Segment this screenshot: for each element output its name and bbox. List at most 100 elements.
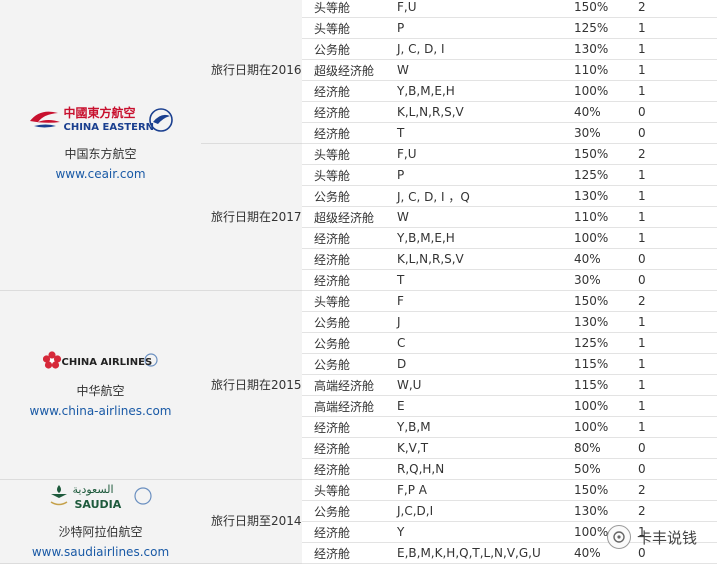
airline-name: 沙特阿拉伯航空 [58, 524, 143, 539]
segment-count: 1 [634, 80, 717, 102]
mileage-percentage: 80% [568, 437, 634, 459]
cabin-class: 经济舱 [302, 437, 391, 459]
fare-row: السعودية SAUDIA 沙特阿拉伯航空 www.saudiairlines.c… [0, 479, 717, 564]
booking-codes: E,B,M,K,H,Q,T,L,N,V,G,U [391, 542, 568, 564]
segment-count: 2 [634, 0, 717, 18]
cabin-class: 公务舱 [302, 185, 391, 207]
cabin-class: 经济舱 [302, 227, 391, 249]
fare-row: CHINA AIRLINES 中华航空 www.china-airlines.com… [0, 290, 717, 480]
logo-text-en: CHINA AIRLINES [61, 357, 153, 368]
segment-count: 1 [634, 416, 717, 438]
mileage-percentage: 30% [568, 269, 634, 291]
booking-codes: K,L,N,R,S,V [391, 101, 568, 123]
booking-codes: D [391, 353, 568, 375]
cabin-class: 头等舱 [302, 164, 391, 186]
booking-codes: W,U [391, 374, 568, 396]
cabin-class: 经济舱 [302, 122, 391, 144]
mileage-percentage: 125% [568, 332, 634, 354]
booking-codes: J, C, D, I ，Q [391, 185, 568, 207]
mileage-percentage: 115% [568, 353, 634, 375]
mileage-percentage: 100% [568, 80, 634, 102]
segment-count: 1 [634, 206, 717, 228]
cabin-class: 经济舱 [302, 269, 391, 291]
travel-date-cell: 旅行日期至2014 年 3 月30 日（含）起 [201, 479, 302, 564]
booking-codes: F [391, 290, 568, 312]
segment-count: 1 [634, 332, 717, 354]
mileage-percentage: 110% [568, 206, 634, 228]
palm-swords-logo-icon: السعودية SAUDIA [49, 482, 153, 518]
cabin-class: 经济舱 [302, 416, 391, 438]
segment-count: 2 [634, 500, 717, 522]
airline-website-link[interactable]: www.china-airlines.com [0, 401, 201, 421]
booking-codes: Y [391, 521, 568, 543]
mileage-percentage: 30% [568, 122, 634, 144]
mileage-percentage: 130% [568, 311, 634, 333]
segment-count: 0 [634, 437, 717, 459]
cabin-class: 经济舱 [302, 101, 391, 123]
mileage-percentage: 100% [568, 416, 634, 438]
mileage-percentage: 125% [568, 17, 634, 39]
cabin-class: 公务舱 [302, 353, 391, 375]
booking-codes: J,C,D,I [391, 500, 568, 522]
mileage-percentage: 130% [568, 38, 634, 60]
booking-codes: J, C, D, I [391, 38, 568, 60]
segment-count: 2 [634, 290, 717, 312]
watermark: 卡丰说钱 [606, 525, 697, 549]
mileage-percentage: 100% [568, 227, 634, 249]
booking-codes: W [391, 59, 568, 81]
booking-codes: F,P A [391, 479, 568, 501]
segment-count: 1 [634, 185, 717, 207]
cabin-class: 经济舱 [302, 248, 391, 270]
segment-count: 0 [634, 101, 717, 123]
booking-codes: T [391, 269, 568, 291]
booking-codes: F,U [391, 0, 568, 18]
segment-count: 1 [634, 164, 717, 186]
cabin-class: 经济舱 [302, 80, 391, 102]
mileage-percentage: 115% [568, 374, 634, 396]
airline-name: 中华航空 [76, 384, 125, 398]
booking-codes: C [391, 332, 568, 354]
cabin-class: 头等舱 [302, 17, 391, 39]
mileage-percentage: 130% [568, 185, 634, 207]
booking-codes: P [391, 164, 568, 186]
mileage-percentage: 150% [568, 290, 634, 312]
airline-website-link[interactable]: www.ceair.com [0, 164, 201, 184]
segment-count: 1 [634, 395, 717, 417]
airline-website-link[interactable]: www.saudiairlines.com [0, 542, 201, 562]
airline-logo: 中國東方航空 CHINA EASTERN [26, 104, 176, 140]
segment-count: 1 [634, 59, 717, 81]
airline-logo: CHINA AIRLINES [42, 349, 159, 377]
mileage-percentage: 110% [568, 59, 634, 81]
mileage-percentage: 150% [568, 479, 634, 501]
cabin-class: 高端经济舱 [302, 395, 391, 417]
booking-codes: P [391, 17, 568, 39]
cabin-class: 头等舱 [302, 290, 391, 312]
cabin-class: 头等舱 [302, 143, 391, 165]
wechat-channel-icon [606, 525, 631, 549]
segment-count: 0 [634, 248, 717, 270]
airline-name: 中国东方航空 [64, 146, 137, 161]
mileage-accrual-table: 中國東方航空 CHINA EASTERN 中国东方航空 www.ceair.com 旅行… [0, 0, 717, 564]
cabin-class: 经济舱 [302, 458, 391, 480]
mileage-percentage: 40% [568, 101, 634, 123]
cabin-class: 公务舱 [302, 500, 391, 522]
cabin-class: 经济舱 [302, 521, 391, 543]
cabin-class: 经济舱 [302, 542, 391, 564]
segment-count: 1 [634, 227, 717, 249]
mileage-percentage: 125% [568, 164, 634, 186]
airline-logo: السعودية SAUDIA [49, 482, 153, 518]
swallow-logo-icon: 中國東方航空 CHINA EASTERN [26, 104, 176, 140]
travel-date-cell: 旅行日期在2017年10月29日（含）起 [201, 143, 302, 291]
cabin-class: 头等舱 [302, 479, 391, 501]
cabin-class: 超级经济舱 [302, 59, 391, 81]
booking-codes: J [391, 311, 568, 333]
watermark-text: 卡丰说钱 [636, 528, 697, 547]
page: { "airlines": [ { "name": "中国东方航空", "url… [0, 0, 717, 569]
cabin-class: 公务舱 [302, 332, 391, 354]
mileage-percentage: 150% [568, 143, 634, 165]
segment-count: 2 [634, 143, 717, 165]
segment-count: 0 [634, 269, 717, 291]
logo-text-en: CHINA EASTERN [63, 121, 155, 133]
airline-cell: CHINA AIRLINES 中华航空 www.china-airlines.com [0, 290, 201, 480]
booking-codes: R,Q,H,N [391, 458, 568, 480]
